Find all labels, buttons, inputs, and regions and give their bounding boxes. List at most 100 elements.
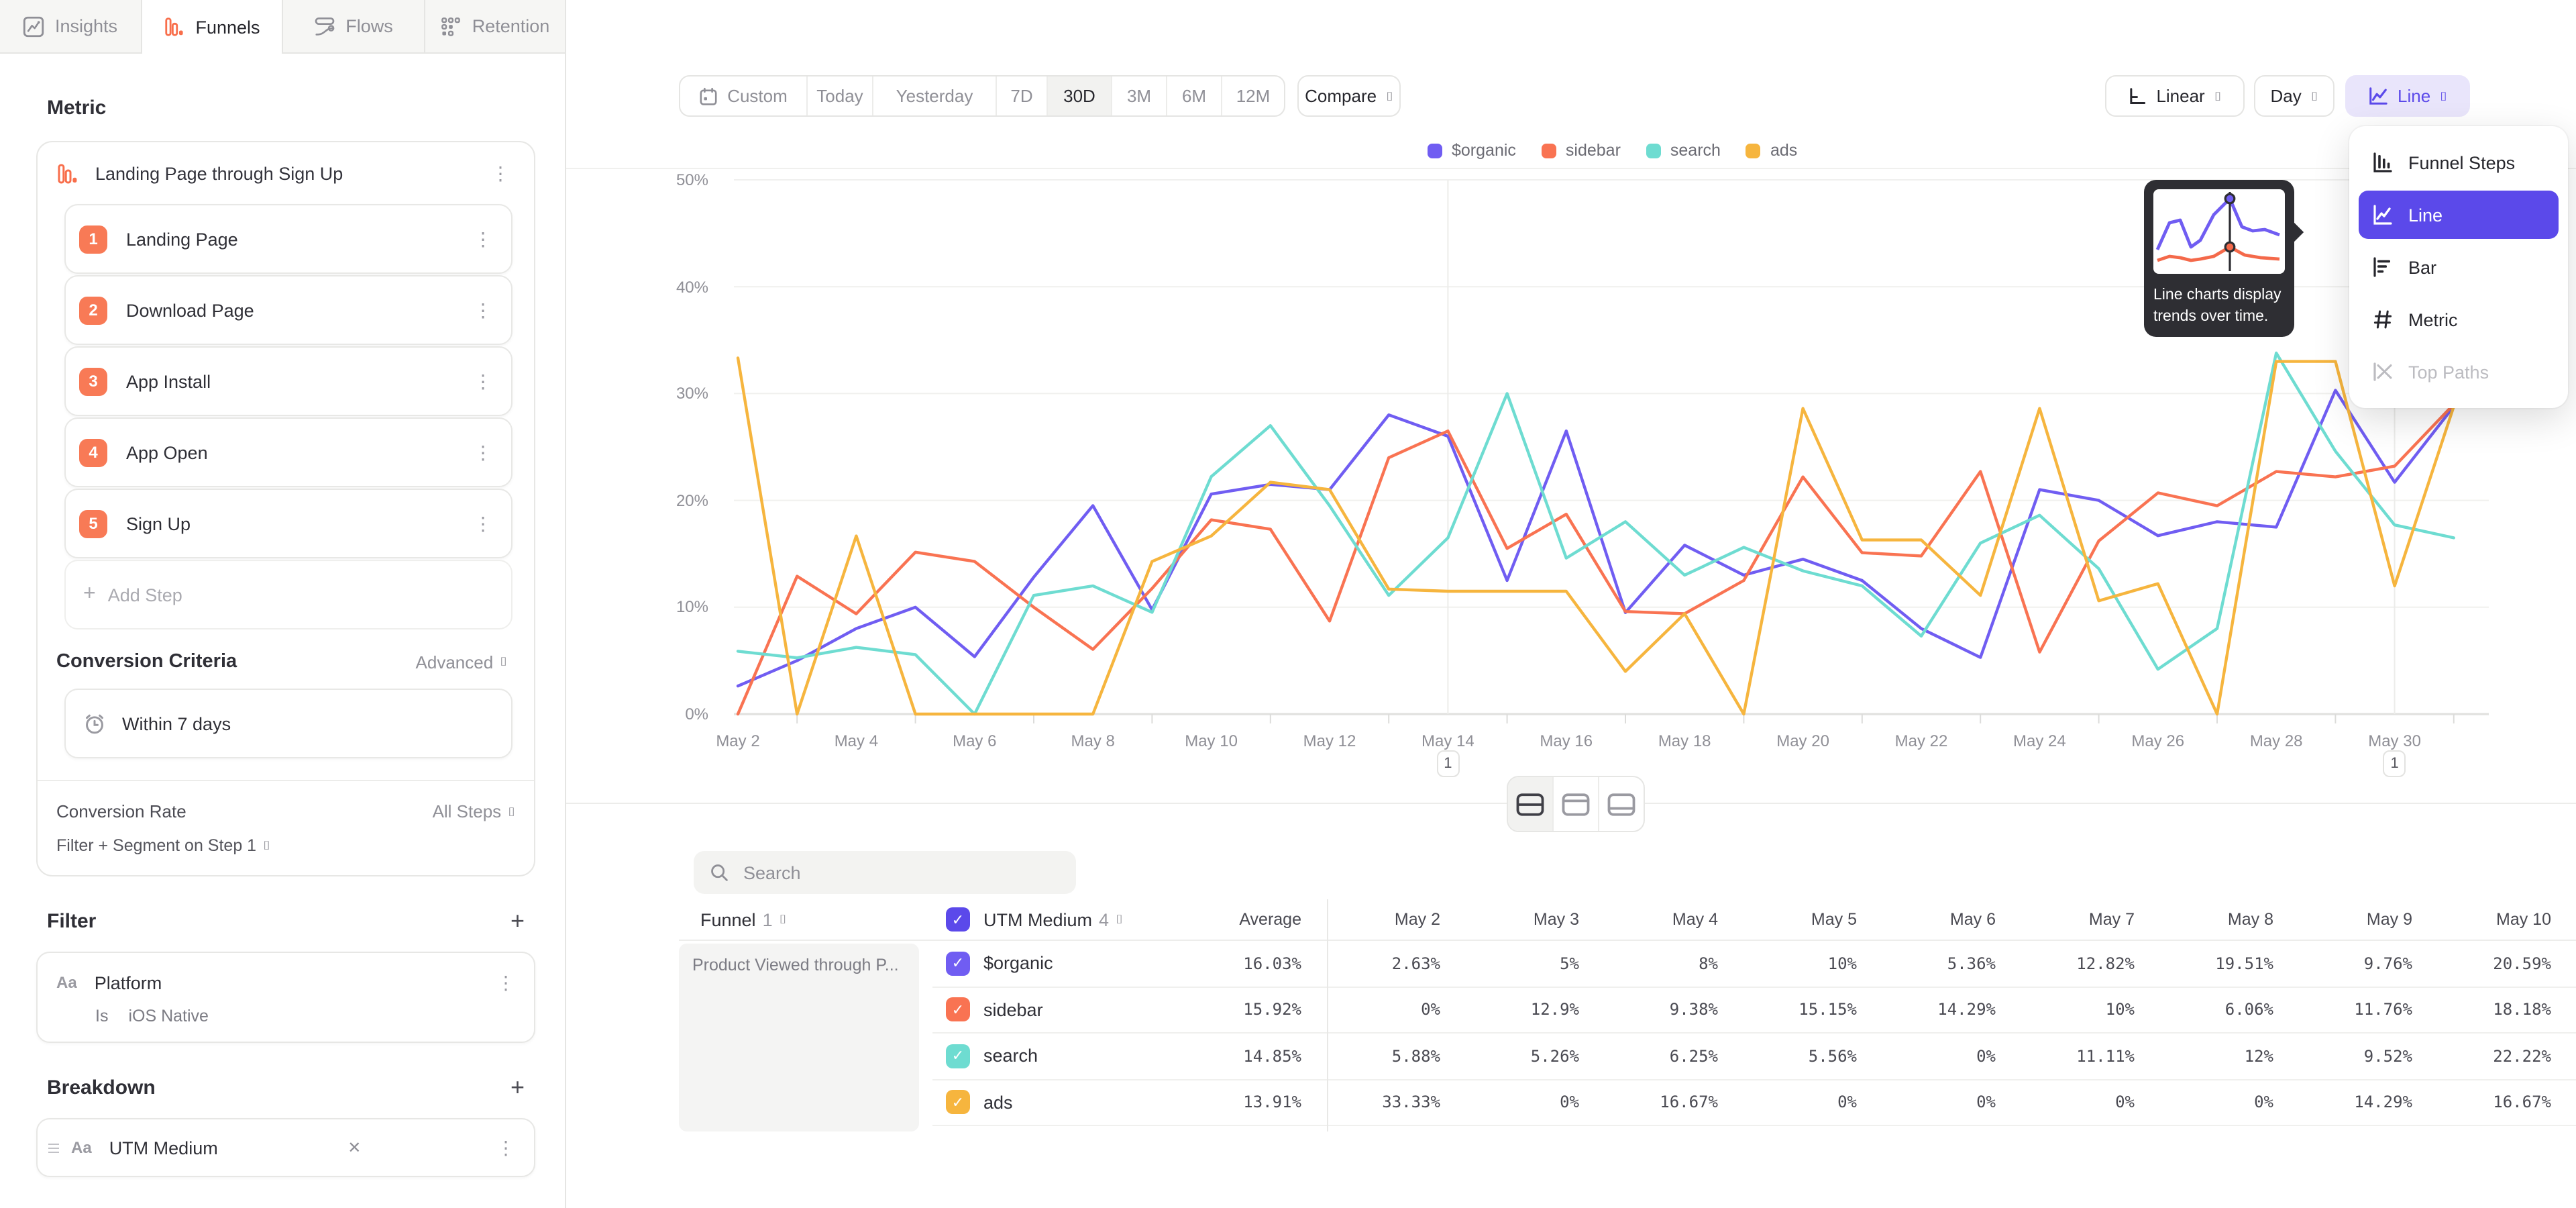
value-cell: 0%	[1857, 1047, 1996, 1066]
range-12m[interactable]: 12M	[1222, 77, 1284, 115]
interval-dropdown[interactable]: Day⌷	[2254, 75, 2334, 117]
filter-segment-dropdown[interactable]: Filter + Segment on Step 1 ⌷	[56, 836, 515, 855]
value-cell: 8%	[1579, 954, 1718, 973]
annotation-badge[interactable]: 1	[1436, 750, 1459, 777]
funnel-step-app-open[interactable]: 4App Open⋮	[64, 417, 513, 487]
filter-value[interactable]: iOS Native	[128, 1007, 209, 1025]
tab-flows[interactable]: Flows	[283, 0, 425, 54]
search-icon	[710, 863, 729, 882]
metric-card-header[interactable]: Landing Page through Sign Up ⋮	[38, 142, 534, 204]
range-7d[interactable]: 7D	[997, 77, 1048, 115]
chevron-down-icon: ⌷	[1116, 914, 1123, 926]
range-30d[interactable]: 30D	[1048, 77, 1112, 115]
filter-kebab-menu[interactable]: ⋮	[491, 970, 521, 995]
breakdown-selector[interactable]: ✓ UTM Medium4⌷	[932, 907, 1162, 932]
table-row-search: ✓search14.85%5.88%5.26%6.25%5.56%0%11.11…	[932, 1034, 2576, 1080]
value-cell: 10%	[1718, 954, 1857, 973]
range-6m[interactable]: 6M	[1167, 77, 1222, 115]
divider	[1327, 899, 1328, 1131]
table-row-organic: ✓$organic16.03%2.63%5%8%10%5.36%12.82%19…	[932, 941, 2576, 987]
funnel-step-download-page[interactable]: 2Download Page⋮	[64, 275, 513, 345]
add-step-button[interactable]: + Add Step	[64, 560, 513, 630]
value-cell: 9.76%	[2273, 954, 2412, 973]
value-cell: 16.67%	[1579, 1093, 1718, 1112]
add-breakdown-button[interactable]: +	[511, 1075, 525, 1099]
range-yesterday[interactable]: Yesterday	[873, 77, 997, 115]
conversion-window-row[interactable]: Within 7 days	[64, 689, 513, 758]
step-kebab-menu[interactable]: ⋮	[468, 298, 498, 322]
breakdown-heading: Breakdown	[47, 1076, 156, 1099]
menu-item-metric[interactable]: Metric	[2359, 295, 2559, 344]
chevron-down-icon: ⌷	[1386, 91, 1393, 103]
tab-retention[interactable]: Retention	[425, 0, 566, 54]
view-tabbar: Insights Funnels Flows Retention	[0, 0, 566, 54]
breakdown-property-row[interactable]: Aa UTM Medium ✕ ⋮	[38, 1119, 534, 1176]
step-number-badge: 3	[79, 367, 107, 395]
chart-type-dropdown[interactable]: Line⌷	[2345, 75, 2470, 117]
row-name: ads	[983, 1093, 1013, 1113]
annotation-badge[interactable]: 1	[2383, 750, 2406, 777]
row-checkbox[interactable]: ✓	[946, 952, 970, 976]
remove-breakdown-icon[interactable]: ✕	[341, 1136, 368, 1160]
funnel-step-app-install[interactable]: 3App Install⋮	[64, 346, 513, 416]
menu-item-label: Metric	[2408, 309, 2458, 330]
search-input[interactable]	[741, 861, 1060, 884]
conversion-rate-dropdown[interactable]: All Steps⌷	[433, 801, 515, 821]
add-filter-button[interactable]: +	[511, 909, 525, 933]
compare-button[interactable]: Compare⌷	[1297, 75, 1401, 117]
x-axis-label: May 12	[1287, 732, 1373, 750]
advanced-dropdown[interactable]: Advanced⌷	[416, 652, 507, 672]
menu-item-funnel-steps[interactable]: Funnel Steps	[2359, 138, 2559, 187]
row-name-cell: ✓ $organic	[932, 952, 1162, 976]
metric-kebab-menu[interactable]: ⋮	[486, 161, 515, 185]
step-kebab-menu[interactable]: ⋮	[468, 369, 498, 393]
filter-card: Aa Platform ⋮ Is iOS Native	[36, 952, 535, 1043]
value-cell: 11.76%	[2273, 1001, 2412, 1019]
menu-item-line[interactable]: Line	[2359, 191, 2559, 239]
column-header-may-4[interactable]: May 4	[1579, 910, 1718, 929]
row-checkbox[interactable]: ✓	[946, 1044, 970, 1068]
filter-property-row[interactable]: Aa Platform ⋮	[38, 958, 534, 1007]
tab-funnels[interactable]: Funnels	[142, 0, 283, 54]
menu-item-label: Top Paths	[2408, 362, 2489, 382]
funnel-step-landing-page[interactable]: 1Landing Page⋮	[64, 204, 513, 274]
range-3m[interactable]: 3M	[1112, 77, 1167, 115]
column-header-may-6[interactable]: May 6	[1857, 910, 1996, 929]
range-custom[interactable]: Custom	[680, 77, 808, 115]
row-name: $organic	[983, 954, 1053, 974]
funnel-step-sign-up[interactable]: 5Sign Up⋮	[64, 489, 513, 558]
chart-type-menu: Funnel StepsLineBar Metric Top Paths	[2349, 126, 2568, 408]
column-header-may-9[interactable]: May 9	[2273, 910, 2412, 929]
select-all-checkbox[interactable]: ✓	[946, 907, 970, 932]
table-view-toggle[interactable]	[1599, 777, 1644, 831]
series-line-ads	[738, 358, 2454, 714]
scale-dropdown[interactable]: Linear⌷	[2105, 75, 2245, 117]
y-axis-label: 20%	[644, 491, 708, 510]
x-axis-label: May 24	[1996, 732, 2082, 750]
column-header-may-2[interactable]: May 2	[1301, 910, 1440, 929]
y-axis-label: 40%	[644, 277, 708, 296]
menu-item-bar[interactable]: Bar	[2359, 243, 2559, 291]
range-today[interactable]: Today	[808, 77, 873, 115]
step-kebab-menu[interactable]: ⋮	[468, 227, 498, 251]
row-checkbox[interactable]: ✓	[946, 998, 970, 1022]
tab-insights[interactable]: Insights	[0, 0, 142, 54]
row-checkbox[interactable]: ✓	[946, 1091, 970, 1115]
y-axis-label: 50%	[644, 170, 708, 189]
column-header-average[interactable]: Average	[1162, 910, 1301, 929]
date-range-control: CustomTodayYesterday7D30D3M6M12M	[679, 75, 1285, 117]
split-view-toggle[interactable]	[1508, 777, 1554, 831]
filter-operator[interactable]: Is	[95, 1007, 108, 1025]
column-header-may-5[interactable]: May 5	[1718, 910, 1857, 929]
step-kebab-menu[interactable]: ⋮	[468, 440, 498, 464]
funnel-selector[interactable]: Funnel1⌷	[679, 909, 919, 929]
breakdown-kebab-menu[interactable]: ⋮	[491, 1136, 521, 1160]
chart-view-toggle[interactable]	[1554, 777, 1599, 831]
drag-handle-icon[interactable]	[48, 1147, 59, 1148]
table-row-group[interactable]: Product Viewed through P...	[679, 944, 919, 1131]
column-header-may-8[interactable]: May 8	[2135, 910, 2273, 929]
column-header-may-3[interactable]: May 3	[1440, 910, 1579, 929]
step-kebab-menu[interactable]: ⋮	[468, 511, 498, 536]
column-header-may-10[interactable]: May 10	[2412, 910, 2551, 929]
column-header-may-7[interactable]: May 7	[1996, 910, 2135, 929]
